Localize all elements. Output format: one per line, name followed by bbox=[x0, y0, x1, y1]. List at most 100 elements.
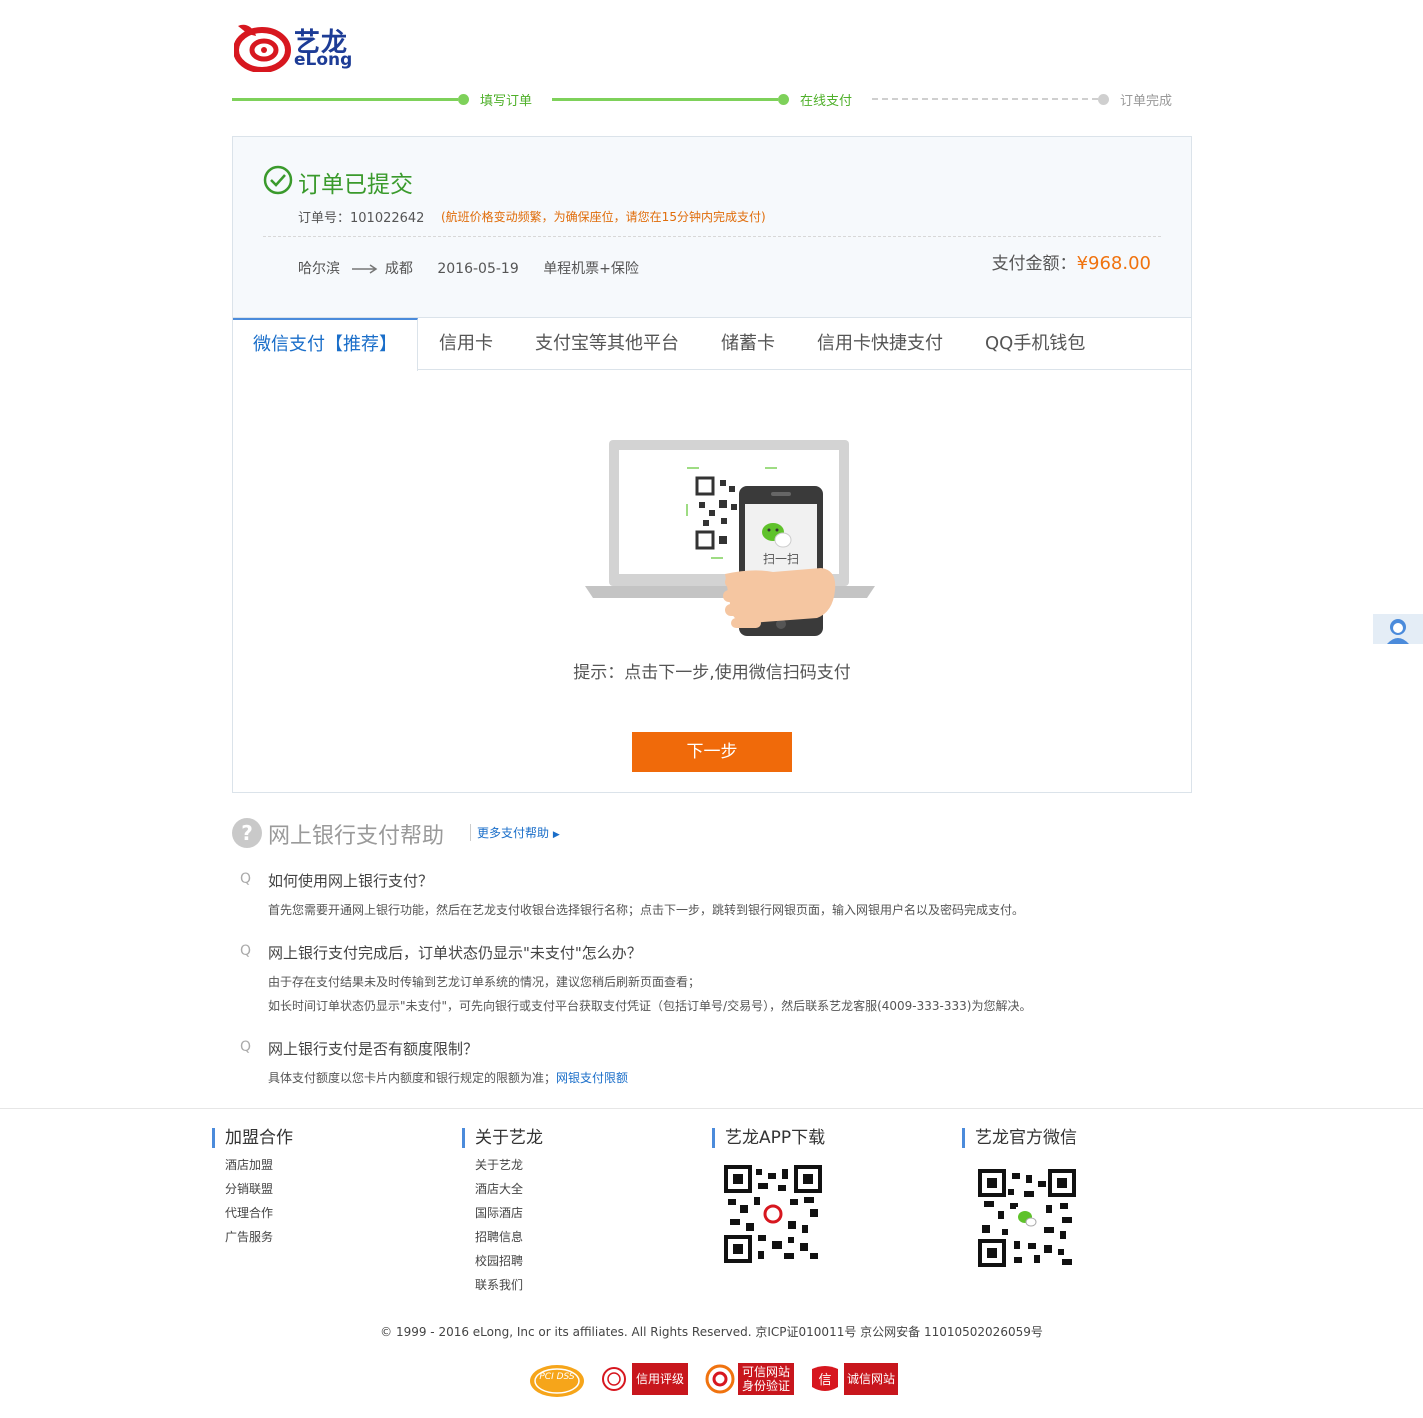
elong-logo[interactable]: 艺龙 eLong bbox=[234, 20, 354, 72]
question: Q 网上银行支付完成后，订单状态仍显示"未支付"怎么办？ bbox=[240, 942, 1031, 966]
progress-line-pending bbox=[872, 98, 1098, 100]
check-circle-icon bbox=[263, 165, 293, 195]
progress-line bbox=[232, 98, 458, 101]
footer-link[interactable]: 招聘信息 bbox=[475, 1228, 543, 1244]
next-step-button[interactable]: 下一步 bbox=[632, 732, 792, 772]
answer-line: 如长时间订单状态仍显示"未支付"，可先向银行或支付平台获取支付凭证（包括订单号/… bbox=[268, 999, 1032, 1013]
pay-amount: 支付金额：¥968.00 bbox=[992, 249, 1151, 274]
help-title: 网上银行支付帮助 bbox=[268, 824, 445, 849]
triangle-right-icon: ▶ bbox=[552, 830, 560, 840]
order-summary: 订单已提交 订单号：101022642 (航班价格变动频繁，为确保座位，请您在1… bbox=[232, 136, 1192, 318]
answer: 首先您需要开通网上银行功能，然后在艺龙支付收银台选择银行名称；点击下一步，跳转到… bbox=[268, 903, 1025, 917]
trusted-site-line2: 身份验证 bbox=[741, 1379, 790, 1393]
tab-credit-express[interactable]: 信用卡快捷支付 bbox=[797, 318, 963, 370]
footer-link[interactable]: 酒店大全 bbox=[475, 1180, 543, 1196]
wechat-official-qr-icon bbox=[978, 1169, 1076, 1267]
footer-link[interactable]: 联系我们 bbox=[475, 1276, 543, 1292]
flight-date: 2016-05-19 bbox=[437, 261, 519, 277]
page: 艺龙 eLong 填写订单 在线支付 订单完成 订单已提交 订单号：101022… bbox=[0, 0, 1423, 1418]
answer-line: 由于存在支付结果未及时传输到艺龙订单系统的情况，建议您稍后刷新页面查看； bbox=[268, 975, 701, 989]
wechat-scan-illustration: 扫一扫 bbox=[585, 440, 875, 636]
tab-wechat-pay[interactable]: 微信支付【推荐】 bbox=[233, 318, 418, 371]
footer-col-app: 艺龙APP下载 bbox=[712, 1128, 825, 1148]
customer-service-icon bbox=[1387, 619, 1409, 644]
order-warning: (航班价格变动频繁，为确保座位，请您在15分钟内完成支付) bbox=[441, 210, 766, 224]
footer-link[interactable]: 国际酒店 bbox=[475, 1204, 543, 1220]
order-title: 订单已提交 bbox=[298, 172, 413, 198]
help-section: ? 网上银行支付帮助 更多支付帮助 ▶ Q 如何使用网上银行支付？ 首先您需要开通… bbox=[232, 816, 1192, 1085]
order-number: 订单号：101022642 bbox=[298, 211, 425, 226]
footer-link[interactable]: 校园招聘 bbox=[475, 1252, 543, 1268]
footer-divider bbox=[0, 1108, 1423, 1109]
copyright: © 1999 - 2016 eLong, Inc or its affiliat… bbox=[380, 1325, 1043, 1339]
footer-col-partner: 加盟合作 酒店加盟 分销联盟 代理合作 广告服务 bbox=[212, 1128, 293, 1244]
honest-site-icon: 信 bbox=[812, 1366, 838, 1391]
divider bbox=[263, 236, 1161, 237]
step-label-order-complete: 订单完成 bbox=[1120, 94, 1173, 109]
bank-limit-link[interactable]: 网银支付限额 bbox=[556, 1071, 628, 1085]
pci-dss-badge[interactable]: PCI DSS bbox=[528, 1363, 586, 1399]
credit-rating-badge[interactable]: 信用评级 bbox=[600, 1363, 690, 1399]
footer-link[interactable]: 酒店加盟 bbox=[225, 1156, 293, 1172]
trusted-site-label: 可信网站 身份验证 bbox=[738, 1363, 794, 1395]
footer-col-title: 加盟合作 bbox=[212, 1128, 293, 1148]
scan-text: 扫一扫 bbox=[763, 552, 799, 566]
logo-en-text: eLong bbox=[294, 50, 353, 70]
trusted-site-icon bbox=[705, 1364, 735, 1394]
trusted-site-line1: 可信网站 bbox=[741, 1365, 790, 1379]
pay-amount-label: 支付金额： bbox=[991, 254, 1077, 274]
question-text: 网上银行支付完成后，订单状态仍显示"未支付"怎么办？ bbox=[268, 944, 642, 962]
qa-item: Q 网上银行支付完成后，订单状态仍显示"未支付"怎么办？ 由于存在支付结果未及时传… bbox=[240, 942, 1031, 1018]
payment-tabs: 微信支付【推荐】 信用卡 支付宝等其他平台 储蓄卡 信用卡快捷支付 QQ手机钱包 bbox=[233, 318, 1191, 371]
question-text: 如何使用网上银行支付？ bbox=[268, 872, 434, 890]
footer-col-about: 关于艺龙 关于艺龙 酒店大全 国际酒店 招聘信息 校园招聘 联系我们 bbox=[462, 1128, 543, 1292]
trusted-site-badge[interactable]: 可信网站 身份验证 bbox=[704, 1363, 796, 1399]
footer-col-title: 艺龙官方微信 bbox=[962, 1128, 1077, 1148]
help-header: ? 网上银行支付帮助 更多支付帮助 ▶ bbox=[232, 816, 1192, 852]
step-dot-2 bbox=[778, 94, 789, 105]
footer-link[interactable]: 分销联盟 bbox=[225, 1180, 293, 1196]
honest-site-badge[interactable]: 信 诚信网站 bbox=[808, 1363, 900, 1399]
q-icon: Q bbox=[240, 1039, 252, 1055]
answer-text: 具体支付额度以您卡片内额度和银行规定的限额为准； bbox=[268, 1071, 557, 1085]
pci-dss-icon: PCI DSS bbox=[530, 1365, 584, 1397]
q-icon: Q bbox=[240, 871, 252, 887]
elong-dragon-icon bbox=[234, 24, 291, 72]
step-label-fill-order: 填写订单 bbox=[480, 94, 533, 109]
customer-service-tab[interactable] bbox=[1373, 614, 1423, 644]
payment-panel: 微信支付【推荐】 信用卡 支付宝等其他平台 储蓄卡 信用卡快捷支付 QQ手机钱包 bbox=[232, 317, 1192, 793]
more-help-link[interactable]: 更多支付帮助 ▶ bbox=[470, 824, 560, 841]
q-icon: Q bbox=[240, 943, 252, 959]
route-to: 成都 bbox=[384, 261, 413, 277]
credit-rating-label: 信用评级 bbox=[632, 1363, 688, 1395]
footer-link[interactable]: 关于艺龙 bbox=[475, 1156, 543, 1172]
progress-steps: 填写订单 在线支付 订单完成 bbox=[232, 89, 1192, 109]
progress-line bbox=[552, 98, 778, 101]
route-from: 哈尔滨 bbox=[298, 261, 340, 277]
question: Q 如何使用网上银行支付？ bbox=[240, 870, 1024, 894]
tab-credit-card[interactable]: 信用卡 bbox=[419, 318, 513, 370]
qa-item: Q 网上银行支付是否有额度限制？ 具体支付额度以您卡片内额度和银行规定的限额为准；… bbox=[240, 1038, 628, 1090]
question-icon: ? bbox=[232, 818, 262, 848]
tab-qq-wallet[interactable]: QQ手机钱包 bbox=[965, 318, 1105, 370]
tab-alipay-other[interactable]: 支付宝等其他平台 bbox=[515, 318, 699, 370]
credit-seal-icon bbox=[602, 1367, 626, 1391]
step-dot-3 bbox=[1098, 94, 1109, 105]
scan-tip: 提示：点击下一步,使用微信扫码支付 bbox=[573, 663, 851, 683]
step-dot-1 bbox=[458, 94, 469, 105]
question-text: 网上银行支付是否有额度限制？ bbox=[268, 1040, 479, 1058]
footer-col-wechat: 艺龙官方微信 bbox=[962, 1128, 1077, 1148]
footer-link[interactable]: 广告服务 bbox=[225, 1228, 293, 1244]
step-label-online-pay: 在线支付 bbox=[800, 94, 853, 109]
footer-link[interactable]: 代理合作 bbox=[225, 1204, 293, 1220]
qa-item: Q 如何使用网上银行支付？ 首先您需要开通网上银行功能，然后在艺龙支付收银台选择银… bbox=[240, 870, 1024, 922]
answer: 具体支付额度以您卡片内额度和银行规定的限额为准；网银支付限额 bbox=[240, 1066, 628, 1090]
pay-amount-value: ¥968.00 bbox=[1076, 253, 1151, 274]
question: Q 网上银行支付是否有额度限制？ bbox=[240, 1038, 628, 1062]
footer-col-title: 艺龙APP下载 bbox=[712, 1128, 825, 1148]
footer-col-title: 关于艺龙 bbox=[462, 1128, 543, 1148]
answer: 由于存在支付结果未及时传输到艺龙订单系统的情况，建议您稍后刷新页面查看； 如长时… bbox=[240, 970, 1031, 1018]
more-help-label: 更多支付帮助 bbox=[477, 826, 550, 840]
tab-debit-card[interactable]: 储蓄卡 bbox=[701, 318, 795, 370]
honest-site-label: 诚信网站 bbox=[844, 1363, 898, 1395]
